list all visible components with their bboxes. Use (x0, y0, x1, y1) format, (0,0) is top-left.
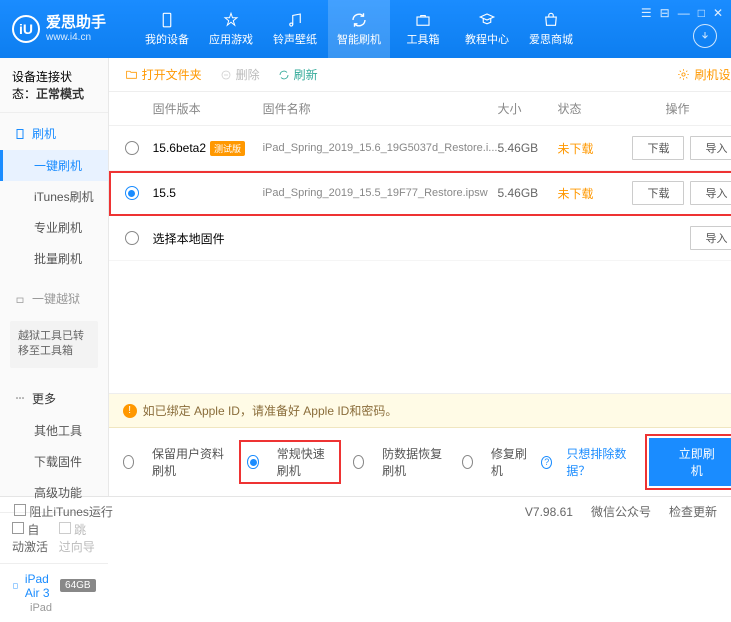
logo-icon: iU (12, 15, 40, 43)
wechat-link[interactable]: 微信公众号 (591, 503, 651, 520)
sidebar-jailbreak-head[interactable]: 一键越狱 (0, 282, 108, 315)
toolbar: 打开文件夹 删除 刷新 刷机设置 (109, 58, 731, 92)
menu-icon[interactable]: ☰ (641, 6, 652, 20)
maximize-icon[interactable]: □ (698, 6, 705, 20)
table-header: 固件版本 固件名称 大小 状态 操作 (109, 92, 731, 126)
sidebar-item-oneclick[interactable]: 一键刷机 (0, 150, 108, 181)
local-firmware-row[interactable]: 选择本地固件 导入 (109, 216, 731, 261)
statusbar: 阻止iTunes运行 V7.98.61 微信公众号 检查更新 (0, 496, 731, 526)
nav-shop[interactable]: 爱思商城 (520, 0, 582, 58)
app-logo: iU 爱思助手 www.i4.cn (12, 14, 106, 44)
exclude-data-link[interactable]: 只想排除数据？ (566, 445, 635, 479)
minimize-icon[interactable]: — (678, 6, 690, 20)
opt-repair[interactable]: 修复刷机 (462, 445, 528, 479)
device-panel[interactable]: iPad Air 364GB iPad (0, 563, 108, 622)
close-icon[interactable]: ✕ (713, 6, 723, 20)
help-icon[interactable]: ? (541, 456, 552, 469)
radio-unselected[interactable] (125, 141, 139, 155)
flash-options: 保留用户资料刷机 常规快速刷机 防数据恢复刷机 修复刷机 ? 只想排除数据？ 立… (109, 428, 731, 496)
appleid-alert: ! 如已绑定 Apple ID，请准备好 Apple ID和密码。 ✕ (109, 394, 731, 428)
check-update-link[interactable]: 检查更新 (669, 503, 717, 520)
nav-toolbox[interactable]: 工具箱 (392, 0, 454, 58)
sidebar-more-head[interactable]: 更多 (0, 382, 108, 415)
sidebar-checks: 自动激活 跳过向导 (0, 513, 108, 563)
nav-apps[interactable]: 应用游戏 (200, 0, 262, 58)
warning-icon: ! (123, 404, 137, 418)
main-panel: 打开文件夹 删除 刷新 刷机设置 固件版本 固件名称 大小 状态 操作 15.6… (109, 58, 731, 496)
radio-local[interactable] (125, 231, 139, 245)
import-button[interactable]: 导入 (690, 136, 731, 160)
import-button[interactable]: 导入 (690, 181, 731, 205)
download-button[interactable]: 下载 (632, 136, 684, 160)
version-label: V7.98.61 (525, 505, 573, 519)
open-folder-button[interactable]: 打开文件夹 (125, 66, 202, 83)
app-url: www.i4.cn (46, 32, 106, 44)
nav-flash[interactable]: 智能刷机 (328, 0, 390, 58)
sidebar-flash-head[interactable]: 刷机 (0, 117, 108, 150)
jailbreak-notice: 越狱工具已转移至工具箱 (10, 321, 98, 368)
app-name: 爱思助手 (46, 14, 106, 32)
sidebar-item-batch[interactable]: 批量刷机 (0, 243, 108, 274)
block-itunes-check[interactable]: 阻止iTunes运行 (14, 503, 113, 520)
download-button[interactable]: 下载 (632, 181, 684, 205)
titlebar: iU 爱思助手 www.i4.cn 我的设备 应用游戏 铃声壁纸 智能刷机 工具… (0, 0, 731, 58)
main-nav: 我的设备 应用游戏 铃声壁纸 智能刷机 工具箱 教程中心 爱思商城 (136, 0, 582, 58)
radio-selected[interactable] (125, 186, 139, 200)
delete-button[interactable]: 删除 (220, 66, 260, 83)
opt-anti-recover[interactable]: 防数据恢复刷机 (353, 445, 448, 479)
flash-now-button[interactable]: 立即刷机 (649, 438, 731, 486)
sidebar: 设备连接状态：正常模式 刷机 一键刷机 iTunes刷机 专业刷机 批量刷机 一… (0, 58, 109, 496)
import-button[interactable]: 导入 (690, 226, 731, 250)
opt-normal-flash[interactable]: 常规快速刷机 (241, 442, 338, 482)
download-indicator[interactable] (693, 24, 717, 48)
opt-keep-data[interactable]: 保留用户资料刷机 (123, 445, 228, 479)
connection-status: 设备连接状态：正常模式 (0, 58, 108, 113)
firmware-row-selected[interactable]: 15.5 iPad_Spring_2019_15.5_19F77_Restore… (109, 171, 731, 216)
sidebar-item-tools[interactable]: 其他工具 (0, 415, 108, 446)
flash-settings-button[interactable]: 刷机设置 (677, 66, 731, 83)
sidebar-item-download[interactable]: 下载固件 (0, 446, 108, 477)
bottom-panel: ! 如已绑定 Apple ID，请准备好 Apple ID和密码。 ✕ 保留用户… (109, 393, 731, 496)
window-controls: ☰ ⊟ — □ ✕ (641, 6, 723, 20)
sidebar-item-itunes[interactable]: iTunes刷机 (0, 181, 108, 212)
lock-icon[interactable]: ⊟ (660, 6, 670, 20)
sidebar-item-pro[interactable]: 专业刷机 (0, 212, 108, 243)
nav-device[interactable]: 我的设备 (136, 0, 198, 58)
refresh-button[interactable]: 刷新 (278, 66, 318, 83)
nav-ringtone[interactable]: 铃声壁纸 (264, 0, 326, 58)
nav-tutorial[interactable]: 教程中心 (456, 0, 518, 58)
firmware-row[interactable]: 15.6beta2测试版 iPad_Spring_2019_15.6_19G50… (109, 126, 731, 171)
